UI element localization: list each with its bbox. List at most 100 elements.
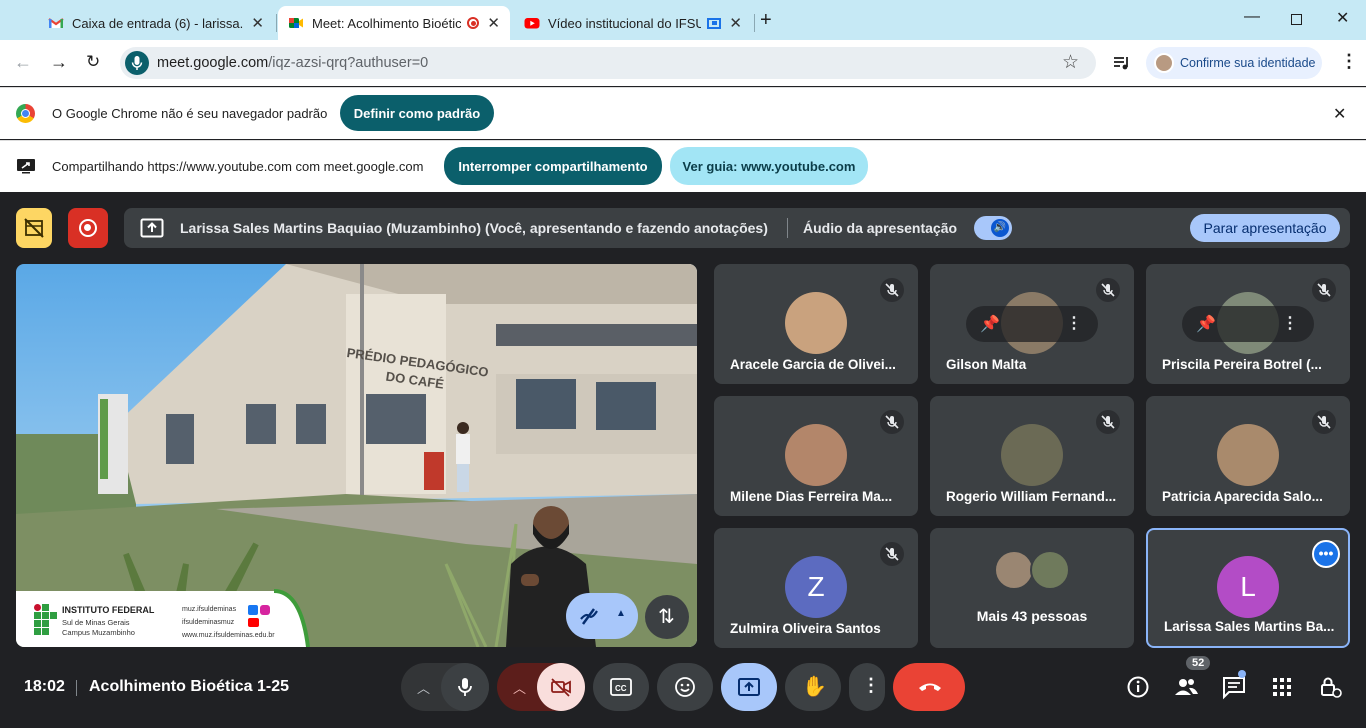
participant-name: Gilson Malta: [946, 357, 1027, 372]
logo-campus: Campus Muzambinho: [62, 628, 135, 637]
swap-arrows-icon: ⇅: [658, 606, 675, 628]
tab-divider: [276, 14, 277, 32]
captions-button[interactable]: CC: [593, 663, 649, 711]
screen-share-icon: [17, 159, 35, 174]
mic-off-icon: [1312, 410, 1336, 434]
youtube-icon: [524, 18, 540, 29]
url-text[interactable]: meet.google.com/iqz-azsi-qrq?authuser=0: [157, 55, 428, 71]
tile-hover-controls: 📌 ⋮: [1182, 306, 1314, 342]
recording-icon: [467, 17, 480, 29]
svg-text:CC: CC: [615, 684, 627, 693]
avatar-initial: L: [1217, 556, 1279, 618]
pin-icon[interactable]: 📌: [980, 314, 1000, 334]
participant-tile[interactable]: 📌 ⋮ Gilson Malta: [930, 264, 1134, 384]
tab-meet[interactable]: Meet: Acolhimento Bioética ✕: [278, 6, 510, 40]
more-options-button[interactable]: ⋮: [849, 663, 885, 711]
reload-icon[interactable]: ↻: [86, 52, 100, 72]
instagram-icon: [260, 605, 270, 615]
sharing-tab-icon: [707, 17, 722, 29]
reactions-button[interactable]: [657, 663, 713, 711]
divider: [76, 680, 77, 696]
chevron-up-icon: ▲: [616, 608, 626, 619]
self-tile[interactable]: L ••• Larissa Sales Martins Ba...: [1146, 528, 1350, 648]
back-icon[interactable]: ←: [14, 52, 32, 73]
maximize-icon[interactable]: [1291, 14, 1302, 25]
forward-icon[interactable]: →: [50, 52, 68, 73]
people-icon[interactable]: [1172, 673, 1200, 701]
media-control-icon[interactable]: [1113, 54, 1131, 72]
pin-icon[interactable]: 📌: [1196, 314, 1216, 334]
close-icon[interactable]: ✕: [251, 14, 264, 32]
set-default-button[interactable]: Definir como padrão: [340, 95, 494, 131]
volume-icon: 🔊: [991, 219, 1009, 237]
more-people-tile[interactable]: Mais 43 pessoas: [930, 528, 1134, 648]
tab-youtube[interactable]: Vídeo institucional do IFSUL ✕: [514, 6, 752, 40]
facebook-icon: [248, 605, 258, 615]
participant-tile[interactable]: Z Zulmira Oliveira Santos: [714, 528, 918, 648]
mic-off-icon: [880, 542, 904, 566]
participant-tile[interactable]: Rogerio William Fernand...: [930, 396, 1134, 516]
participant-tile[interactable]: Aracele Garcia de Olivei...: [714, 264, 918, 384]
new-tab-button[interactable]: +: [760, 9, 772, 32]
profile-label: Confirme sua identidade: [1180, 56, 1316, 70]
presenter-text: Larissa Sales Martins Baquiao (Muzambinh…: [180, 220, 768, 236]
camera-button[interactable]: [537, 663, 585, 711]
present-now-icon: [738, 678, 760, 696]
participant-name: Patricia Aparecida Salo...: [1162, 489, 1323, 504]
meeting-title: Acolhimento Bioética 1-25: [89, 678, 290, 695]
view-tab-button[interactable]: Ver guia: www.youtube.com: [670, 147, 868, 185]
mic-off-icon: [880, 278, 904, 302]
tile-hover-controls: 📌 ⋮: [966, 306, 1098, 342]
chrome-icon: [16, 104, 35, 123]
stop-presenting-button[interactable]: Parar apresentação: [1190, 214, 1340, 242]
more-options-icon[interactable]: •••: [1312, 540, 1340, 568]
site-mic-icon[interactable]: [125, 51, 149, 75]
mic-off-icon: [1312, 278, 1336, 302]
participant-name: Zulmira Oliveira Santos: [730, 621, 881, 636]
companion-mode-icon[interactable]: [16, 208, 52, 248]
chevron-up-icon[interactable]: ︿: [513, 678, 526, 697]
participant-tile[interactable]: 📌 ⋮ Priscila Pereira Botrel (...: [1146, 264, 1350, 384]
leave-call-button[interactable]: [893, 663, 965, 711]
presentation-audio-toggle[interactable]: 🔊: [974, 216, 1012, 240]
avatar: [1001, 424, 1063, 486]
infobar-close-icon[interactable]: ✕: [1333, 104, 1346, 124]
avatar: [1030, 550, 1070, 590]
social-youtube: ifsuldeminasmuz: [182, 619, 235, 626]
participant-name: Milene Dias Ferreira Ma...: [730, 489, 893, 504]
if-logo: [34, 604, 58, 636]
browser-menu-icon[interactable]: ⋮: [1340, 51, 1358, 72]
present-screen-icon: [140, 218, 164, 238]
close-icon[interactable]: ✕: [487, 14, 500, 32]
meeting-info-icon[interactable]: [1124, 673, 1152, 701]
camera-off-icon: [551, 678, 571, 697]
sharing-text: Compartilhando https://www.youtube.com c…: [52, 159, 424, 174]
microphone-button[interactable]: [441, 663, 489, 711]
close-icon[interactable]: ✕: [729, 14, 742, 32]
tab-title: Caixa de entrada (6) - larissa.ma: [72, 15, 244, 31]
more-options-icon[interactable]: ⋮: [1282, 313, 1298, 333]
recording-indicator-icon[interactable]: [68, 208, 108, 248]
host-controls-icon[interactable]: [1316, 673, 1344, 701]
annotation-tools-button[interactable]: ▲: [566, 593, 638, 639]
mic-off-icon: [1096, 278, 1120, 302]
tab-gmail[interactable]: Caixa de entrada (6) - larissa.ma ✕: [38, 6, 274, 40]
chevron-up-icon[interactable]: ︿: [417, 678, 430, 697]
participant-tile[interactable]: Patricia Aparecida Salo...: [1146, 396, 1350, 516]
window-close-icon[interactable]: ✕: [1336, 8, 1349, 28]
raise-hand-button[interactable]: ✋: [785, 663, 841, 711]
more-people-label: Mais 43 pessoas: [976, 608, 1088, 624]
tab-title: Vídeo institucional do IFSUL: [548, 15, 702, 31]
bookmark-star-icon[interactable]: ☆: [1062, 51, 1079, 74]
captions-icon: CC: [610, 678, 632, 696]
minimize-icon[interactable]: —: [1244, 8, 1260, 26]
tab-divider: [754, 14, 755, 32]
activities-icon[interactable]: [1268, 673, 1296, 701]
more-options-icon[interactable]: ⋮: [1066, 313, 1082, 333]
present-button[interactable]: [721, 663, 777, 711]
stop-sharing-button[interactable]: Interromper compartilhamento: [444, 147, 662, 185]
swap-layout-button[interactable]: ⇅: [645, 595, 689, 639]
raise-hand-icon: ✋: [802, 676, 827, 698]
people-count-badge: 52: [1186, 656, 1211, 670]
participant-tile[interactable]: Milene Dias Ferreira Ma...: [714, 396, 918, 516]
